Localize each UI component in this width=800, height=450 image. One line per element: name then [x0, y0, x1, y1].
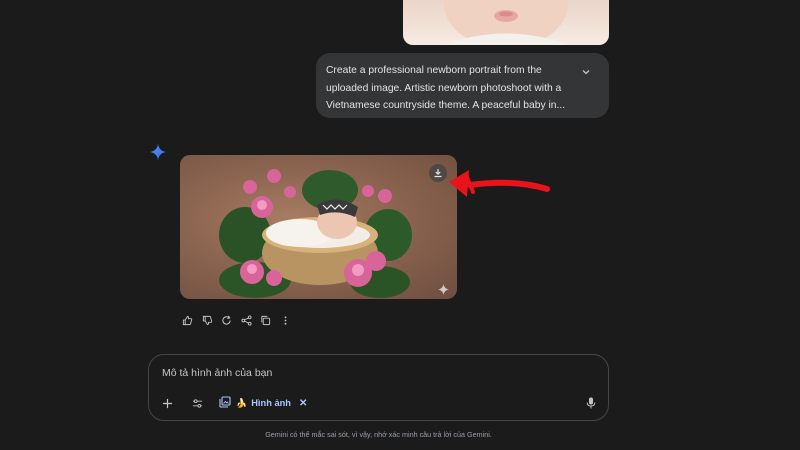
- image-tool-chip[interactable]: 🍌 Hình ảnh ✕: [219, 395, 307, 411]
- add-icon[interactable]: [159, 395, 175, 411]
- thumbs-up-icon[interactable]: [178, 312, 198, 328]
- annotation-arrow: [445, 165, 555, 210]
- microphone-icon[interactable]: [583, 395, 599, 411]
- close-icon[interactable]: ✕: [299, 398, 307, 409]
- chevron-down-icon[interactable]: [579, 65, 593, 79]
- user-prompt-bubble: Create a professional newborn portrait f…: [316, 53, 609, 118]
- generated-image[interactable]: [180, 155, 457, 299]
- input-toolbar: 🍌 Hình ảnh ✕: [159, 395, 307, 411]
- regenerate-icon[interactable]: [217, 312, 237, 328]
- more-icon[interactable]: [276, 312, 296, 328]
- footer-disclaimer: Gemini có thể mắc sai sót, vì vậy, nhớ x…: [265, 430, 492, 439]
- prompt-input-placeholder[interactable]: Mô tả hình ảnh của bạn: [162, 367, 272, 379]
- banana-emoji: 🍌: [236, 397, 248, 408]
- prompt-input-box[interactable]: Mô tả hình ảnh của bạn 🍌 Hình ảnh ✕: [148, 354, 609, 421]
- uploaded-image-thumbnail[interactable]: [403, 0, 609, 45]
- image-chip-label: Hình ảnh: [251, 398, 291, 408]
- copy-icon[interactable]: [256, 312, 276, 328]
- share-icon[interactable]: [237, 312, 257, 328]
- image-gallery-icon: [219, 396, 231, 410]
- thumbs-down-icon[interactable]: [198, 312, 218, 328]
- response-actions: [178, 312, 295, 328]
- tools-icon[interactable]: [189, 395, 205, 411]
- sparkle-icon: [438, 282, 449, 295]
- gemini-spark-icon: [150, 144, 166, 160]
- prompt-text: Create a professional newborn portrait f…: [326, 65, 566, 111]
